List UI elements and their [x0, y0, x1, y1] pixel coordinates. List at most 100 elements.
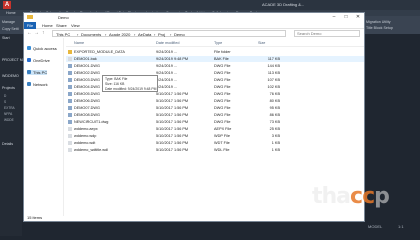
- file-size: 107 KB: [267, 78, 280, 82]
- model-space-indicator[interactable]: MODEL: [368, 224, 382, 229]
- file-name: DEMO01.DWG: [74, 64, 100, 68]
- file-type: File folder: [214, 50, 231, 54]
- column-headers: Name Date modified Type Size: [66, 41, 364, 47]
- breadcrumb-separator: ›: [170, 32, 172, 37]
- file-size: 1 KB: [271, 141, 280, 145]
- breadcrumb-this-pc[interactable]: This PC: [56, 32, 70, 37]
- project-tree-item[interactable]: WDDE: [4, 118, 14, 122]
- file-tooltip: Type: BAK File Size: 116 KB Date modifie…: [102, 75, 158, 92]
- nav-label: Quick access: [33, 46, 57, 51]
- search-input[interactable]: Search Demo: [294, 30, 360, 37]
- tab-home[interactable]: Home: [42, 23, 53, 28]
- title-block-setup-button[interactable]: Title Block Setup: [366, 26, 393, 30]
- project-tree-item[interactable]: S: [4, 100, 6, 104]
- file-type: DWG File: [214, 71, 231, 75]
- dwg-file-icon: [68, 71, 72, 75]
- maximize-icon[interactable]: □: [340, 13, 352, 22]
- file-icon: [68, 134, 72, 138]
- dwg-file-icon: [68, 106, 72, 110]
- navigation-pane: Quick access OneDrive This PC Network: [24, 38, 64, 216]
- file-date-modified: 5/10/2017 1:56 PM: [156, 106, 189, 110]
- annotation-scale[interactable]: 1:1: [398, 224, 404, 229]
- file-icon: [68, 148, 72, 152]
- file-date-modified: 5/10/2017 1:56 PM: [156, 120, 189, 124]
- file-size: 3 KB: [271, 134, 280, 138]
- column-type[interactable]: Type: [214, 41, 222, 45]
- back-arrow-icon[interactable]: ←: [27, 30, 32, 36]
- file-row[interactable]: DEMO01.bak 9/24/2019 9:48 PM BAK File 117 K…: [66, 56, 364, 62]
- tab-file[interactable]: File: [24, 22, 36, 29]
- file-row[interactable]: DEMO06.DWG 5/10/2017 1:56 PM DWG File 80 KB: [66, 98, 364, 104]
- file-row[interactable]: DEMO01.DWG 9/24/2019 ... DWG File 144 KB: [66, 63, 364, 69]
- file-type: WDP File: [214, 134, 230, 138]
- nav-quick-access[interactable]: Quick access: [27, 46, 57, 51]
- breadcrumb-proj[interactable]: Proj: [158, 32, 165, 37]
- breadcrumb-acade[interactable]: Acade 2020: [109, 32, 130, 37]
- breadcrumb-documents[interactable]: Documents: [81, 32, 101, 37]
- nav-network[interactable]: Network: [27, 82, 48, 87]
- project-tree-item[interactable]: EXTRA: [4, 106, 15, 110]
- file-date-modified: 5/10/2017 1:56 PM: [156, 134, 189, 138]
- file-row[interactable]: DEMO08.DWG 5/10/2017 1:56 PM DWG File 86 KB: [66, 112, 364, 118]
- file-type: DWG File: [214, 64, 231, 68]
- folder-icon: [68, 50, 72, 54]
- dwg-file-icon: [68, 78, 72, 82]
- file-type: WDL File: [214, 148, 230, 152]
- file-row[interactable]: wddemo.wdp 5/10/2017 1:56 PM WDP File 3 KB: [66, 133, 364, 139]
- breadcrumb-demo[interactable]: Demo: [174, 32, 185, 37]
- dwg-file-icon: [68, 113, 72, 117]
- item-count: 15 items: [27, 215, 43, 220]
- watermark-text: tha: [312, 184, 351, 209]
- dwg-file-icon: [68, 64, 72, 68]
- file-type: DWG File: [214, 92, 231, 96]
- projects-label: Projects: [2, 86, 15, 90]
- file-row[interactable]: NEWCIRCUIT1.dwg 5/10/2017 1:56 PM DWG File…: [66, 119, 364, 125]
- project-tree-item[interactable]: D: [4, 94, 6, 98]
- app-title: ACADE 3D Drafting &...: [262, 2, 305, 7]
- computer-icon: [27, 70, 31, 74]
- autocad-logo-icon[interactable]: A: [3, 1, 11, 9]
- nav-onedrive[interactable]: OneDrive: [27, 58, 50, 63]
- file-row[interactable]: wddemo_wdtitle.wdl 5/10/2017 1:56 PM WDL F…: [66, 147, 364, 153]
- file-name: wddemo_wdtitle.wdl: [74, 148, 108, 152]
- file-name: wddemo.wdt: [74, 141, 96, 145]
- minimize-icon[interactable]: –: [328, 13, 340, 22]
- file-type: BAK File: [214, 57, 229, 61]
- column-name[interactable]: Name: [74, 41, 84, 45]
- forward-arrow-icon[interactable]: →: [34, 30, 39, 36]
- cloud-icon: [27, 58, 31, 62]
- column-date-modified[interactable]: Date modified: [156, 41, 179, 45]
- file-row[interactable]: EXPORTED_MODULE_DATA 9/24/2019 ... File fo…: [66, 49, 364, 55]
- watermark-text: p: [374, 184, 390, 209]
- nav-label: This PC: [33, 70, 48, 75]
- file-date-modified: 9/24/2019 ...: [156, 78, 178, 82]
- watermark-text: cc: [350, 184, 375, 209]
- file-row[interactable]: wddemo.aepx 5/10/2017 1:56 PM AEPX File 25 …: [66, 126, 364, 132]
- file-type: DWG File: [214, 85, 231, 89]
- project-tree-item[interactable]: NFPA: [4, 112, 12, 116]
- file-row[interactable]: wddemo.wdt 5/10/2017 1:56 PM WDT File 1 KB: [66, 140, 364, 146]
- ribbon-tab-home[interactable]: Home: [6, 11, 16, 15]
- project-manager-panel: Start PROJECT MA WDDEMO Projects D S EXT…: [0, 34, 25, 236]
- up-arrow-icon[interactable]: ↑: [42, 30, 45, 36]
- migration-utility-button[interactable]: Migration Utility: [366, 20, 391, 24]
- column-size[interactable]: Size: [258, 41, 265, 45]
- file-size: 73 KB: [269, 120, 280, 124]
- file-icon: [68, 57, 72, 61]
- close-icon[interactable]: ✕: [352, 13, 364, 22]
- start-tab[interactable]: Start: [2, 36, 10, 40]
- window-title: Demo: [58, 15, 69, 20]
- file-size: 25 KB: [269, 127, 280, 131]
- breadcrumb-aedata[interactable]: AeData: [138, 32, 151, 37]
- file-size: 113 KB: [267, 71, 280, 75]
- active-project-label[interactable]: WDDEMO: [2, 74, 19, 78]
- tab-share[interactable]: Share: [56, 23, 67, 28]
- ribbon-label-manage[interactable]: Manage: [2, 20, 15, 24]
- breadcrumb-separator: ›: [134, 32, 136, 37]
- nav-this-pc[interactable]: This PC: [27, 70, 48, 75]
- file-size: 95 KB: [269, 106, 280, 110]
- address-bar[interactable]: This PC › Documents › Acade 2020 › AeDat…: [52, 30, 286, 37]
- tab-view[interactable]: View: [71, 23, 80, 28]
- file-row[interactable]: DEMO07.DWG 5/10/2017 1:56 PM DWG File 95 KB: [66, 105, 364, 111]
- ribbon-label-copy-settings[interactable]: Copy Setti: [2, 27, 19, 31]
